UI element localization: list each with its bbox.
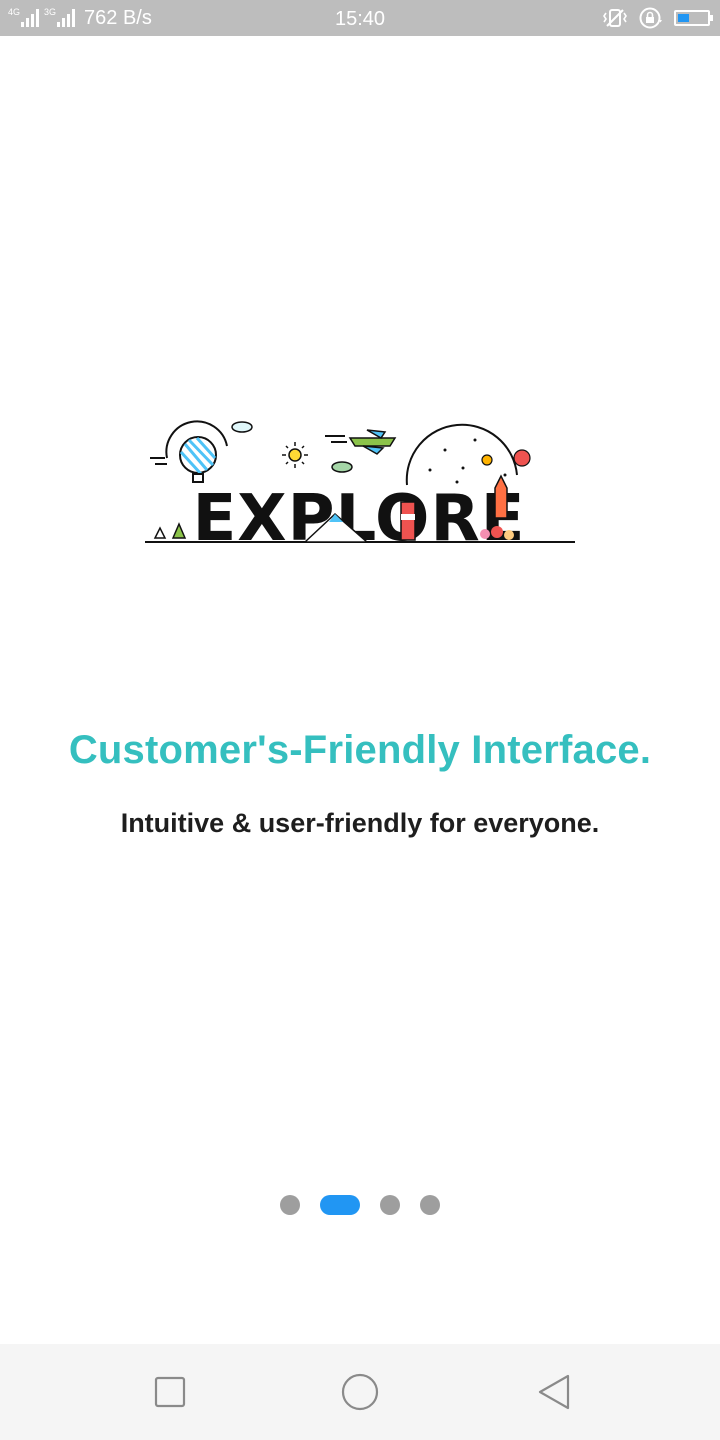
page-dot-4[interactable] (420, 1195, 440, 1215)
page-dot-2-active[interactable] (320, 1195, 360, 1215)
recents-icon[interactable] (150, 1372, 190, 1412)
onboarding-title: Customer's-Friendly Interface. (68, 728, 652, 772)
navigation-bar (0, 1344, 720, 1440)
vibrate-icon (603, 9, 627, 27)
status-bar: 4G 3G 762 B/s 15:40 (0, 0, 720, 36)
page-dot-1[interactable] (280, 1195, 300, 1215)
explore-illustration: EXPLORE (145, 420, 575, 550)
battery-icon (674, 10, 713, 26)
rotation-lock-icon (639, 7, 662, 29)
home-icon[interactable] (340, 1372, 380, 1412)
back-icon[interactable] (534, 1372, 574, 1412)
battery-level (678, 14, 689, 22)
page-indicator[interactable] (0, 1194, 720, 1216)
page-dot-3[interactable] (380, 1195, 400, 1215)
status-right (592, 0, 713, 36)
onboarding-subtitle: Intuitive & user-friendly for everyone. (120, 808, 600, 838)
